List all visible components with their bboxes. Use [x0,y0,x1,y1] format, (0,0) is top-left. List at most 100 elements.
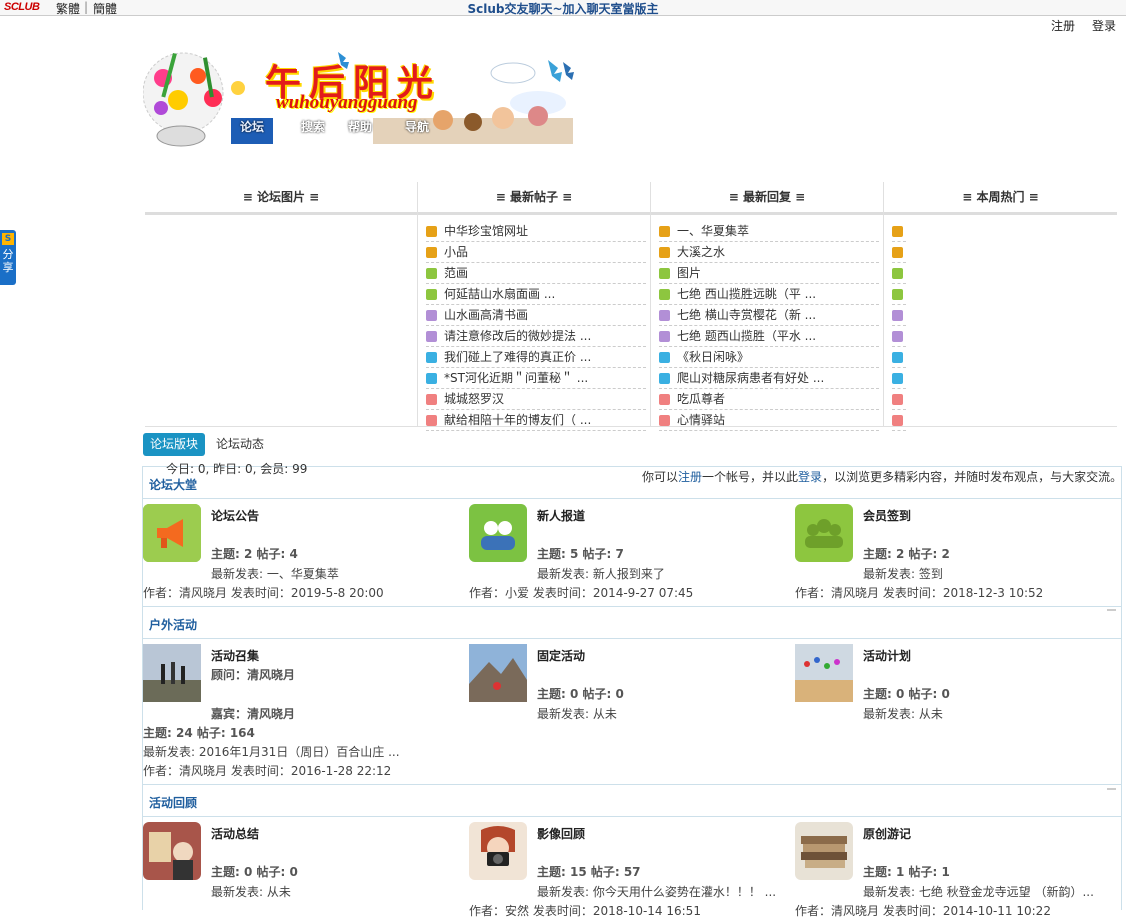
forum-latest[interactable]: 最新发表: 签到 [863,565,943,582]
forum-latest[interactable]: 最新发表: 新人报到来了 [537,565,665,582]
posts-item-label: 何延喆山水扇面画 ... [444,287,556,301]
forum-summary-link[interactable]: 活动总结 [211,825,259,842]
posts-item[interactable]: 何延喆山水扇面画 ... [426,285,646,305]
group-icon[interactable] [795,504,853,562]
rank-badge-icon [426,373,437,384]
weekly-item[interactable] [892,390,906,410]
login-link[interactable]: 登录 [1092,17,1116,34]
rank-badge-icon [892,268,903,279]
replies-item[interactable]: 图片 [659,264,879,284]
replies-item[interactable]: 一、华夏集萃 [659,222,879,242]
collapse-icon[interactable] [1107,788,1116,790]
posts-item-label: 中华珍宝馆网址 [444,224,529,238]
forum-event-call-link[interactable]: 活动召集 [211,647,259,664]
weekly-hot-list [892,222,1117,431]
posts-item[interactable]: 中华珍宝馆网址 [426,222,646,242]
rank-badge-icon [426,310,437,321]
weekly-item[interactable] [892,327,906,347]
forum-travelogue-link[interactable]: 原创游记 [863,825,911,842]
forum-regular-events-link[interactable]: 固定活动 [537,647,585,664]
rank-badge-icon [426,352,437,363]
share-sidebar[interactable]: S 分享 [0,230,16,285]
section-title-outdoor[interactable]: 户外活动 [149,616,197,633]
share-logo-icon: S [2,233,14,245]
section-divider [143,498,1121,499]
megaphone-icon[interactable] [143,504,201,562]
replies-item[interactable]: 爬山对糖尿病患者有好处 ... [659,369,879,389]
tab-forum-activity[interactable]: 论坛动态 [216,433,264,456]
welcome-register-link[interactable]: 注册 [678,470,702,484]
nav-help[interactable]: 帮助 [342,118,378,142]
forum-latest[interactable]: 最新发表: 七绝 秋登金龙寺远望 （新韵）... [863,883,1094,900]
posts-item[interactable]: 请注意修改后的微妙提法 ... [426,327,646,347]
rank-badge-icon [892,394,903,405]
collapse-icon[interactable] [1107,609,1116,611]
forum-latest[interactable]: 最新发表: 你今天用什么姿势在灌水！！！ ... [537,883,776,900]
posts-item[interactable]: 城城怒罗汉 [426,390,646,410]
tab-forum-images[interactable]: ≡ 论坛图片 ≡ [145,182,417,215]
replies-item[interactable]: 大溪之水 [659,243,879,263]
banner-subtitle: wuhouyangguang [276,92,418,113]
tab-forum-boards[interactable]: 论坛版块 [143,433,205,456]
rank-badge-icon [892,226,903,237]
weekly-item[interactable] [892,285,906,305]
forum-photo-review-link[interactable]: 影像回顾 [537,825,585,842]
replies-item[interactable]: 七绝 横山寺赏樱花（新 ... [659,306,879,326]
users-icon[interactable] [469,504,527,562]
nav-guide[interactable]: 导航 [399,118,435,142]
tab-new-replies[interactable]: ≡ 最新回复 ≡ [651,182,883,215]
rank-badge-icon [659,289,670,300]
weekly-item[interactable] [892,264,906,284]
rank-badge-icon [426,289,437,300]
weekly-item[interactable] [892,369,906,389]
forum-advisor: 顾问：清风晓月 [211,668,296,682]
posts-item[interactable]: 范画 [426,264,646,284]
forum-stat: 主题: 24 帖子: 164 [143,726,255,740]
posts-item[interactable]: *ST河化近期＂问董秘＂ ... [426,369,646,389]
forum-newcomers-link[interactable]: 新人报道 [537,507,585,524]
replies-item[interactable]: 七绝 题西山揽胜（平水 ... [659,327,879,347]
weekly-item[interactable] [892,348,906,368]
welcome-login-link[interactable]: 登录 [798,470,822,484]
replies-item-label: 《秋日闲咏》 [677,350,750,364]
replies-item[interactable]: 吃瓜尊者 [659,390,879,410]
jumping-photo-icon[interactable] [795,644,853,702]
section-title-lobby[interactable]: 论坛大堂 [149,476,197,493]
forum-meta: 作者：清风晓月 发表时间：2014-10-11 10:22 [795,904,1051,918]
rank-badge-icon [659,415,670,426]
posts-item[interactable]: 我们碰上了难得的真正价 ... [426,348,646,368]
forum-latest[interactable]: 最新发表: 2016年1月31日（周日）百合山庄 ... [143,743,400,760]
reading-photo-icon[interactable] [143,822,201,880]
mountain-photo-icon[interactable] [469,644,527,702]
weekly-item[interactable] [892,243,906,263]
books-photo-icon[interactable] [795,822,853,880]
nav-forum[interactable]: 论坛 [231,118,273,144]
tab-new-posts[interactable]: ≡ 最新帖子 ≡ [418,182,650,215]
nav-search[interactable]: 搜索 [295,118,331,142]
weekly-item[interactable] [892,222,906,242]
replies-item[interactable]: 心情驿站 [659,411,879,431]
forum-latest: 最新发表: 从未 [863,707,943,721]
weekly-item[interactable] [892,411,906,431]
posts-item[interactable]: 山水画高清书画 [426,306,646,326]
site-title-link[interactable]: Sclub交友聊天~加入聊天室當版主 [0,0,1126,17]
posts-item[interactable]: 小品 [426,243,646,263]
replies-item-label: 大溪之水 [677,245,726,259]
forum-announcements-link[interactable]: 论坛公告 [211,507,259,524]
forum-checkin-link[interactable]: 会员签到 [863,507,911,524]
register-link[interactable]: 注册 [1051,17,1075,34]
tab-weekly-hot[interactable]: ≡ 本周热门 ≡ [884,182,1117,215]
section-title-review[interactable]: 活动回顾 [149,794,197,811]
replies-item[interactable]: 七绝 西山揽胜远眺（平 ... [659,285,879,305]
hikers-photo-icon[interactable] [143,644,201,702]
forum-meta: 作者：小爱 发表时间：2014-9-27 07:45 [469,586,694,600]
posts-item[interactable]: 献给相陪十年的博友们（ ... [426,411,646,431]
camera-photo-icon[interactable] [469,822,527,880]
replies-item[interactable]: 《秋日闲咏》 [659,348,879,368]
forum-event-plan-link[interactable]: 活动计划 [863,647,911,664]
replies-item-label: 七绝 西山揽胜远眺（平 ... [677,287,817,301]
weekly-item[interactable] [892,306,906,326]
forum-latest[interactable]: 最新发表: 一、华夏集萃 [211,565,339,582]
forum-stat: 主题: 5 帖子: 7 [537,547,624,561]
section-divider [143,784,1121,785]
